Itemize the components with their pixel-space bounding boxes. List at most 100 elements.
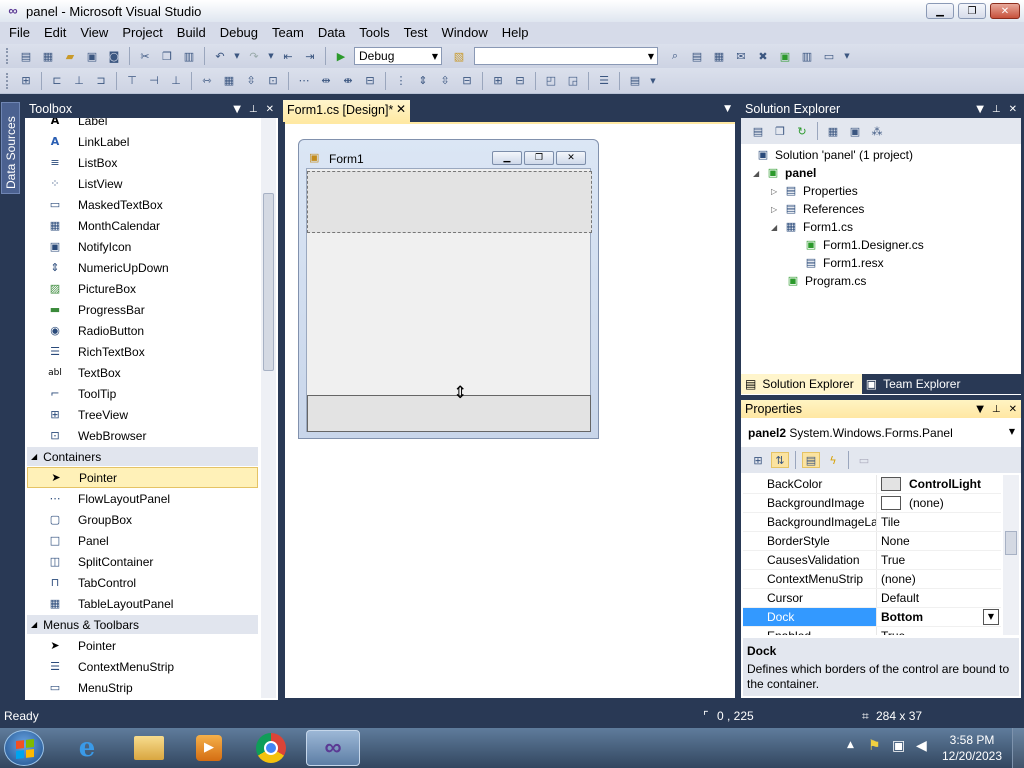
make-same-width-icon[interactable]: ⇿: [198, 73, 216, 89]
open-file-icon[interactable]: ▰: [61, 48, 79, 64]
toolbox-item-listbox[interactable]: ≡ ListBox: [27, 152, 258, 173]
property-row-contextmenustrip[interactable]: ContextMenuStrip (none): [743, 570, 1001, 589]
toolbox-icon[interactable]: ✖: [754, 48, 772, 64]
show-hidden-icons-icon[interactable]: ▲: [847, 740, 854, 750]
property-value-cell[interactable]: Bottom ▼: [876, 608, 1001, 626]
form1-window[interactable]: ▣ Form1 ▁ ❐ ✕ ⇕: [298, 139, 599, 439]
toolbox-item-tabcontrol[interactable]: ⊓ TabControl: [27, 572, 258, 593]
auto-hide-pin-icon[interactable]: ⊥: [992, 104, 1001, 115]
toolbar-options-icon[interactable]: ▼: [648, 73, 658, 89]
properties-icon[interactable]: ▤: [749, 123, 767, 139]
alphabetical-icon[interactable]: ⇅: [771, 452, 789, 468]
window-position-icon[interactable]: ▼: [233, 104, 241, 115]
make-same-height-icon[interactable]: ⇳: [242, 73, 260, 89]
data-sources-tab[interactable]: Data Sources: [1, 102, 20, 194]
align-to-grid-icon[interactable]: ⊞: [17, 73, 35, 89]
toolbox-item-flowlayoutpanel[interactable]: ⋯ FlowLayoutPanel: [27, 488, 258, 509]
property-value-cell[interactable]: True: [876, 551, 1001, 569]
find-icon[interactable]: ⌕: [666, 48, 684, 64]
property-value-cell[interactable]: (none): [876, 570, 1001, 588]
show-desktop-button[interactable]: [1012, 728, 1024, 768]
property-grid-scrollbar[interactable]: [1003, 475, 1019, 635]
menu-tools[interactable]: Tools: [352, 23, 396, 43]
taskbar-visual-studio[interactable]: ∞: [306, 730, 360, 766]
window-position-icon[interactable]: ▼: [976, 404, 984, 415]
align-lefts-icon[interactable]: ⊏: [48, 73, 66, 89]
toolbox-item-radiobutton[interactable]: ◉ RadioButton: [27, 320, 258, 341]
menu-view[interactable]: View: [73, 23, 115, 43]
toolbox-item-progressbar[interactable]: ▬ ProgressBar: [27, 299, 258, 320]
view-class-diagram-icon[interactable]: ⁂: [868, 123, 886, 139]
properties-window-icon[interactable]: ▦: [710, 48, 728, 64]
tree-item-solution[interactable]: ▣ Solution 'panel' (1 project): [755, 146, 913, 164]
toolbox-item-maskedtextbox[interactable]: ▭ MaskedTextBox: [27, 194, 258, 215]
menu-debug[interactable]: Debug: [213, 23, 265, 43]
categorized-icon[interactable]: ⊞: [749, 452, 767, 468]
toolbox-item-picturebox[interactable]: ▨ PictureBox: [27, 278, 258, 299]
horizontal-spacing-decrease-icon[interactable]: ⇼: [339, 73, 357, 89]
center-horizontally-icon[interactable]: ⊞: [489, 73, 507, 89]
align-centers-icon[interactable]: ⊥: [70, 73, 88, 89]
save-icon[interactable]: ▣: [83, 48, 101, 64]
align-rights-icon[interactable]: ⊐: [92, 73, 110, 89]
view-designer-icon[interactable]: ▣: [846, 123, 864, 139]
refresh-icon[interactable]: ↻: [793, 123, 811, 139]
size-to-grid-icon[interactable]: ▦: [220, 73, 238, 89]
auto-hide-pin-icon[interactable]: ⊥: [249, 104, 258, 115]
command-window-icon[interactable]: ▭: [820, 48, 838, 64]
designer-surface[interactable]: ▣ Form1 ▁ ❐ ✕ ⇕: [285, 122, 735, 698]
copy-icon[interactable]: ❐: [158, 48, 176, 64]
events-lightning-icon[interactable]: ϟ: [824, 452, 842, 468]
view-code-icon[interactable]: ▦: [824, 123, 842, 139]
toolbox-item-richtextbox[interactable]: ☰ RichTextBox: [27, 341, 258, 362]
horizontal-spacing-remove-icon[interactable]: ⊟: [361, 73, 379, 89]
property-value-cell[interactable]: Default: [876, 589, 1001, 607]
tree-item-program[interactable]: ▣ Program.cs: [785, 272, 867, 290]
toolbox-item-pointer[interactable]: ➤ Pointer: [27, 467, 258, 488]
vertical-spacing-remove-icon[interactable]: ⊟: [458, 73, 476, 89]
property-row-enabled[interactable]: Enabled True: [743, 627, 1001, 635]
paste-icon[interactable]: ▥: [180, 48, 198, 64]
auto-hide-pin-icon[interactable]: ⊥: [992, 404, 1001, 415]
menu-test[interactable]: Test: [397, 23, 435, 43]
taskbar-file-explorer[interactable]: [122, 730, 176, 766]
horizontal-spacing-increase-icon[interactable]: ⇹: [317, 73, 335, 89]
menu-data[interactable]: Data: [311, 23, 352, 43]
object-browser-icon[interactable]: ✉: [732, 48, 750, 64]
property-row-backgroundimage[interactable]: BackgroundImage (none): [743, 494, 1001, 513]
minimize-button[interactable]: ▁: [926, 3, 954, 19]
center-vertically-icon[interactable]: ⊟: [511, 73, 529, 89]
make-same-size-icon[interactable]: ⊡: [264, 73, 282, 89]
solution-configuration-combo[interactable]: Debug ▼: [354, 47, 442, 65]
property-row-backcolor[interactable]: BackColor ControlLight: [743, 475, 1001, 494]
menu-build[interactable]: Build: [170, 23, 213, 43]
toolbox-item-notifyicon[interactable]: ▣ NotifyIcon: [27, 236, 258, 257]
toolbox-scrollbar[interactable]: [261, 118, 276, 698]
redo-dropdown-icon[interactable]: ▼: [267, 48, 275, 64]
menu-team[interactable]: Team: [265, 23, 311, 43]
undo-dropdown-icon[interactable]: ▼: [233, 48, 241, 64]
toolbox-item-menustrip[interactable]: ▭ MenuStrip: [27, 677, 258, 698]
new-project-icon[interactable]: ▤: [17, 48, 35, 64]
start-page-icon[interactable]: ▣: [776, 48, 794, 64]
toolbox-item-treeview[interactable]: ⊞ TreeView: [27, 404, 258, 425]
close-panel-icon[interactable]: ✕: [1009, 104, 1017, 115]
toolbox-item-numericupdown[interactable]: ⇕ NumericUpDown: [27, 257, 258, 278]
property-value-cell[interactable]: None: [876, 532, 1001, 550]
expand-triangle-icon[interactable]: ▷: [771, 187, 783, 196]
close-button[interactable]: ✕: [990, 3, 1020, 19]
toolbar-options-icon[interactable]: ▼: [842, 48, 852, 64]
close-panel-icon[interactable]: ✕: [1009, 404, 1017, 415]
maximize-button[interactable]: ❐: [958, 3, 986, 19]
expand-triangle-icon[interactable]: ▷: [771, 205, 783, 214]
horizontal-spacing-equal-icon[interactable]: ⋯: [295, 73, 313, 89]
taskbar-internet-explorer[interactable]: e: [60, 730, 114, 766]
find-in-files-icon[interactable]: ▧: [450, 48, 468, 64]
navigate-backward-icon[interactable]: ⇤: [279, 48, 297, 64]
toolbar-grip[interactable]: [6, 72, 9, 89]
toolbox-item-pointer[interactable]: ➤ Pointer: [27, 635, 258, 656]
action-center-flag-icon[interactable]: ⚑: [868, 738, 881, 754]
tree-item-form1[interactable]: ◢ ▦ Form1.cs: [771, 218, 853, 236]
toolbar-grip[interactable]: [6, 48, 9, 64]
vertical-spacing-equal-icon[interactable]: ⋮: [392, 73, 410, 89]
